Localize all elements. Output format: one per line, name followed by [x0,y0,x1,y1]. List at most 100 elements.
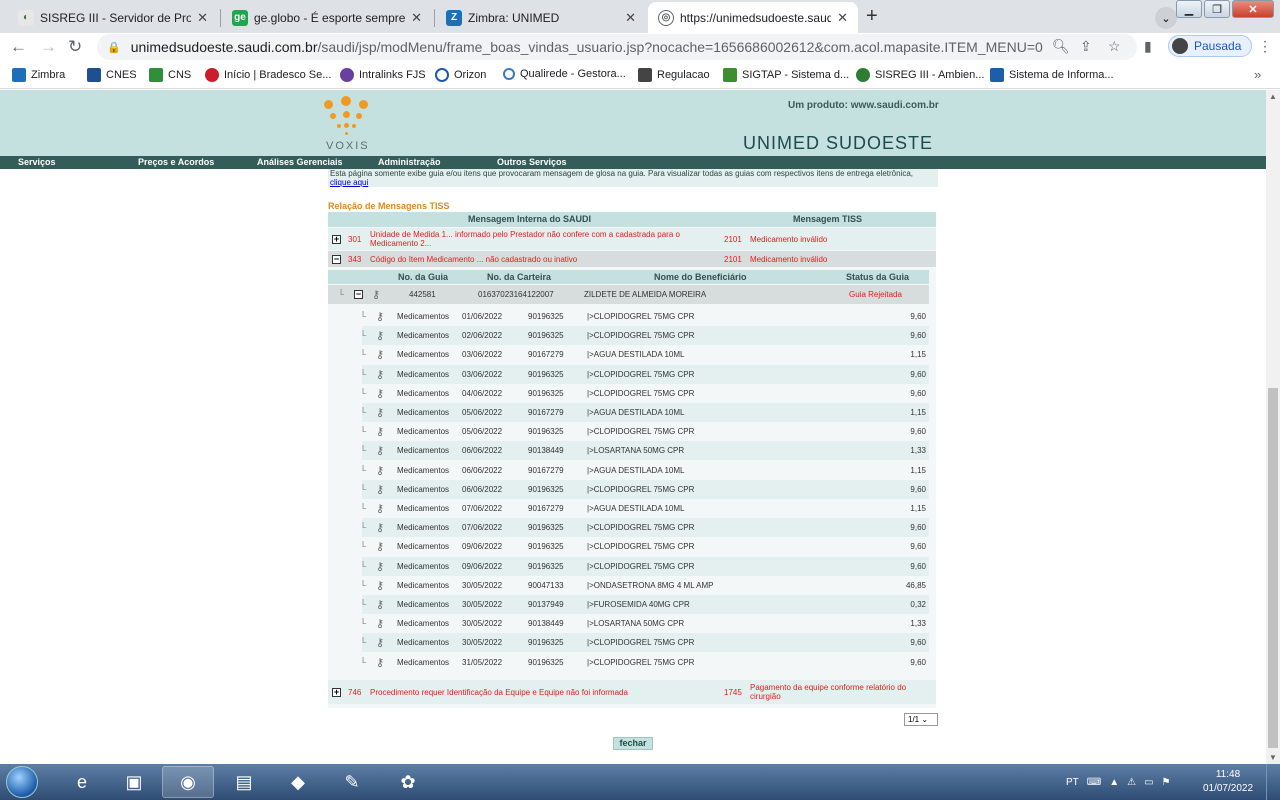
media-player-icon[interactable]: ▣ [108,766,160,798]
browser-tab-active[interactable]: ◎ https://unimedsudoeste.saudi.co ✕ [648,2,858,33]
item-row[interactable]: L ⚷ Medicamentos 06/06/2022 90196325 |>CLOPID… [362,479,929,499]
browser-tab[interactable]: Z Zimbra: UNIMED ✕ [436,2,646,33]
collapse-icon[interactable]: − [354,290,363,299]
key-icon[interactable]: ⚷ [376,348,384,361]
page-scrollbar[interactable]: ▲ ▼ [1266,90,1280,764]
key-icon[interactable]: ⚷ [372,288,380,301]
paint-icon[interactable]: ✿ [382,766,434,798]
key-icon[interactable]: ⚷ [376,560,384,573]
item-row[interactable]: L ⚷ Medicamentos 07/06/2022 90196325 |>CLOPID… [362,518,929,538]
key-icon[interactable]: ⚷ [376,387,384,400]
menu-analises-gerenciais[interactable]: Análises Gerenciais [257,157,343,167]
item-row[interactable]: L ⚷ Medicamentos 02/06/2022 90196325 |>CLOPID… [362,326,929,346]
key-icon[interactable]: ⚷ [376,464,384,477]
flag-icon[interactable]: ⚑ [1162,777,1171,788]
item-row[interactable]: L ⚷ Medicamentos 30/05/2022 90196325 |>CLOPID… [362,633,929,653]
bookmark-item[interactable]: Regulacao [638,68,710,82]
network-error-icon[interactable]: ⚠ [1127,777,1136,788]
item-row[interactable]: L ⚷ Medicamentos 30/05/2022 90138449 |>LOSART… [362,614,929,633]
bookmark-item[interactable]: Zimbra [12,68,65,82]
scroll-up-icon[interactable]: ▲ [1269,92,1277,101]
keyboard-icon[interactable]: ⌨ [1087,777,1101,788]
syringe-app-icon[interactable]: ✎ [326,766,378,798]
item-row[interactable]: L ⚷ Medicamentos 07/06/2022 90167279 |>AGUA D… [362,499,929,518]
key-icon[interactable]: ⚷ [376,656,384,669]
browser-tab[interactable]: ge ge.globo - É esporte sempre ✕ [222,2,432,33]
bookmark-item[interactable]: Sistema de Informa... [990,68,1114,82]
guia-row[interactable]: L − ⚷ 442581 01637023164122007 ZILDETE D… [328,285,929,304]
item-row[interactable]: L ⚷ Medicamentos 30/05/2022 90047133 |>ONDASE… [362,576,929,595]
more-bookmarks-icon[interactable]: » [1254,67,1261,82]
tray-expand-icon[interactable]: ▲ [1109,777,1119,788]
item-row[interactable]: L ⚷ Medicamentos 31/05/2022 90196325 |>CLOPID… [362,653,929,672]
forward-icon[interactable]: → [40,37,57,57]
clique-aqui-link[interactable]: clique aqui [330,178,368,187]
item-row[interactable]: L ⚷ Medicamentos 03/06/2022 90196325 |>CLOPID… [362,364,929,384]
menu-servicos[interactable]: Serviços [18,157,56,167]
close-button[interactable]: fechar [613,737,653,750]
chrome-icon[interactable]: ◉ [162,766,214,798]
item-row[interactable]: L ⚷ Medicamentos 30/05/2022 90137949 |>FUROSE… [362,595,929,614]
key-icon[interactable]: ⚷ [376,329,384,342]
address-bar[interactable]: 🔒 unimedsudoeste.saudi.com.br/saudi/jsp/… [97,34,1137,60]
key-icon[interactable]: ⚷ [376,483,384,496]
zoom-icon[interactable]: 🔍︎ [1052,38,1070,55]
item-row[interactable]: L ⚷ Medicamentos 03/06/2022 90167279 |>AGUA D… [362,345,929,364]
close-tab-icon[interactable]: ✕ [625,10,636,26]
reload-icon[interactable]: ↻ [68,37,82,57]
new-tab-icon[interactable]: + [866,5,878,28]
minimize-button[interactable]: ▁ [1176,0,1202,18]
show-desktop-button[interactable] [1266,764,1280,800]
menu-administracao[interactable]: Administração [378,157,441,167]
key-icon[interactable]: ⚷ [376,502,384,515]
share-icon[interactable]: ⇪ [1080,38,1092,55]
close-tab-icon[interactable]: ✕ [411,10,422,26]
side-panel-icon[interactable]: ▮ [1144,38,1152,55]
item-row[interactable]: L ⚷ Medicamentos 06/06/2022 90138449 |>LOSART… [362,441,929,461]
item-row[interactable]: L ⚷ Medicamentos 05/06/2022 90167279 |>AGUA D… [362,403,929,422]
back-icon[interactable]: ← [10,37,27,57]
item-row[interactable]: L ⚷ Medicamentos 06/06/2022 90167279 |>AGUA D… [362,461,929,480]
expand-icon[interactable]: + [332,235,341,244]
close-tab-icon[interactable]: ✕ [837,10,848,26]
scroll-down-icon[interactable]: ▼ [1269,753,1277,762]
key-icon[interactable]: ⚷ [376,598,384,611]
expand-icon[interactable]: + [332,688,341,697]
menu-precos-acordos[interactable]: Preços e Acordos [138,157,214,167]
clock[interactable]: 11:48 01/07/2022 [1198,768,1258,796]
language-indicator[interactable]: PT [1066,777,1079,788]
more-menu-icon[interactable]: ⋮ [1258,38,1272,55]
ie-icon[interactable]: e [56,766,108,798]
key-icon[interactable]: ⚷ [376,617,384,630]
maximize-button[interactable]: ❐ [1204,0,1230,18]
item-row[interactable]: L ⚷ Medicamentos 09/06/2022 90196325 |>CLOPID… [362,556,929,576]
bookmark-item[interactable]: CNS [149,68,191,82]
bookmark-item[interactable]: Intralinks FJS [340,68,426,82]
key-icon[interactable]: ⚷ [376,310,384,323]
key-icon[interactable]: ⚷ [376,368,384,381]
key-icon[interactable]: ⚷ [376,425,384,438]
profile-button[interactable]: Pausada [1168,35,1253,57]
item-row[interactable]: L ⚷ Medicamentos 05/06/2022 90196325 |>CLOPID… [362,422,929,441]
tab-search-icon[interactable]: ⌄ [1155,7,1177,29]
key-icon[interactable]: ⚷ [376,521,384,534]
item-row[interactable]: L ⚷ Medicamentos 09/06/2022 90196325 |>CLOPID… [362,537,929,556]
key-icon[interactable]: ⚷ [376,406,384,419]
bookmark-item[interactable]: Qualirede - Gestora... [503,68,626,80]
key-icon[interactable]: ⚷ [376,444,384,457]
close-tab-icon[interactable]: ✕ [197,10,208,26]
collapse-icon[interactable]: − [332,255,341,264]
scroll-thumb[interactable] [1268,388,1278,748]
bookmark-item[interactable]: CNES [87,68,137,82]
item-row[interactable]: L ⚷ Medicamentos 04/06/2022 90196325 |>CLOPID… [362,384,929,403]
bookmark-star-icon[interactable]: ☆ [1108,38,1121,55]
start-button[interactable] [2,764,42,800]
item-row[interactable]: L ⚷ Medicamentos 01/06/2022 90196325 |>CLOPID… [362,307,929,326]
bookmark-item[interactable]: Início | Bradesco Se... [205,68,331,82]
bookmark-item[interactable]: Orizon [435,68,486,82]
browser-tab[interactable]: ◐ SISREG III - Servidor de Producac ✕ [8,2,218,33]
explorer-icon[interactable]: ▤ [218,766,270,798]
key-icon[interactable]: ⚷ [376,579,384,592]
key-icon[interactable]: ⚷ [376,540,384,553]
close-window-button[interactable]: ✕ [1232,0,1274,18]
